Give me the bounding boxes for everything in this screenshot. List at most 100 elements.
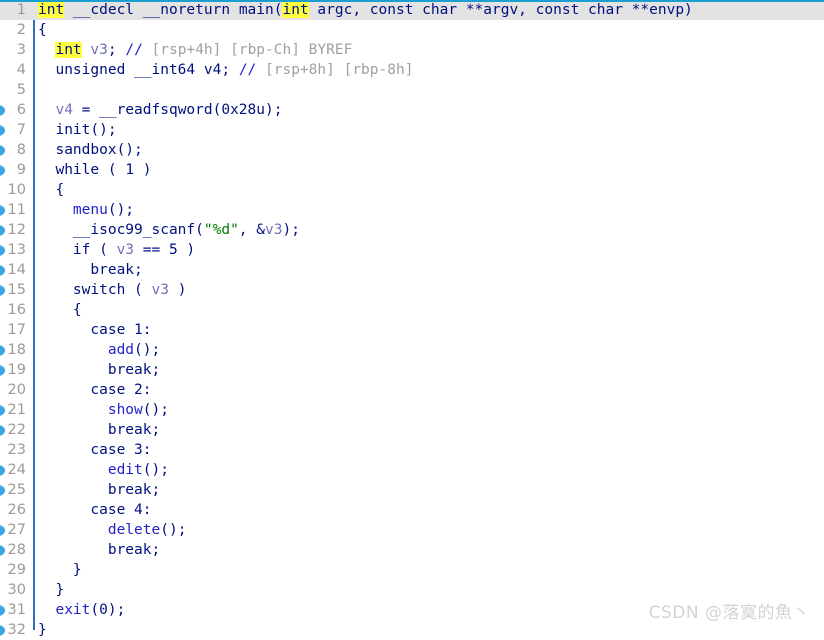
code-text[interactable]: edit();: [38, 460, 169, 480]
code-text[interactable]: }: [38, 580, 64, 600]
code-text[interactable]: while ( 1 ): [38, 160, 151, 180]
code-token: menu: [72, 202, 108, 218]
code-token: case: [38, 322, 135, 338]
code-line[interactable]: 15 switch ( v3 ): [0, 280, 824, 300]
code-text[interactable]: break;: [38, 360, 160, 380]
code-text[interactable]: sandbox();: [38, 140, 142, 160]
code-token: ): [177, 242, 196, 258]
code-line[interactable]: 32}: [0, 620, 824, 640]
code-text[interactable]: {: [38, 300, 82, 320]
code-token: [rsp+4h] [rbp-Ch] BYREF: [151, 42, 353, 58]
code-token: break;: [38, 542, 161, 558]
code-text[interactable]: break;: [38, 420, 160, 440]
line-number: 12: [7, 222, 26, 238]
code-text[interactable]: init();: [38, 120, 116, 140]
code-token: }: [38, 562, 82, 578]
code-token: ();: [107, 202, 135, 218]
code-text[interactable]: add();: [38, 340, 160, 360]
code-token: break;: [38, 362, 161, 378]
code-line[interactable]: 24 edit();: [0, 460, 824, 480]
code-line[interactable]: 20 case 2:: [0, 380, 824, 400]
code-token: v4: [203, 62, 222, 78]
code-token: switch (: [38, 282, 152, 298]
code-token: __isoc99_scanf(: [38, 222, 204, 238]
code-text[interactable]: }: [38, 620, 47, 640]
code-line[interactable]: 12 __isoc99_scanf("%d", &v3);: [0, 220, 824, 240]
code-text[interactable]: delete();: [38, 520, 187, 540]
code-line-list[interactable]: 1 int __cdecl __noreturn main(int argc, c…: [0, 0, 824, 640]
code-token: );: [107, 602, 126, 618]
code-token: :: [142, 502, 152, 518]
code-text[interactable]: if ( v3 == 5 ): [38, 240, 195, 260]
code-token: //: [238, 62, 266, 78]
code-line[interactable]: 17 case 1:: [0, 320, 824, 340]
code-token: init: [55, 122, 91, 138]
code-line[interactable]: 11 menu();: [0, 200, 824, 220]
line-number: 32: [7, 622, 26, 638]
code-line[interactable]: 26 case 4:: [0, 500, 824, 520]
code-text[interactable]: int __cdecl __noreturn main(int argc, co…: [38, 2, 693, 19]
code-line[interactable]: 22 break;: [0, 420, 824, 440]
code-text[interactable]: switch ( v3 ): [38, 280, 187, 300]
code-text[interactable]: __isoc99_scanf("%d", &v3);: [38, 220, 300, 240]
code-token: "%d": [203, 222, 239, 238]
code-token: while (: [38, 162, 126, 178]
code-line[interactable]: 27 delete();: [0, 520, 824, 540]
code-text[interactable]: v4 = __readfsqword(0x28u);: [38, 100, 282, 120]
code-line[interactable]: 30 }: [0, 580, 824, 600]
code-line[interactable]: 4 unsigned __int64 v4; // [rsp+8h] [rbp-…: [0, 60, 824, 80]
code-text[interactable]: int v3; // [rsp+4h] [rbp-Ch] BYREF: [38, 40, 352, 60]
code-line[interactable]: 9 while ( 1 ): [0, 160, 824, 180]
code-token: ();: [142, 402, 169, 418]
code-token: break;: [38, 482, 161, 498]
line-number: 25: [7, 482, 26, 498]
code-line[interactable]: 21 show();: [0, 400, 824, 420]
code-line[interactable]: 1 int __cdecl __noreturn main(int argc, c…: [0, 0, 824, 20]
code-text[interactable]: menu();: [38, 200, 134, 220]
code-line[interactable]: 28 break;: [0, 540, 824, 560]
code-text[interactable]: case 2:: [38, 380, 151, 400]
code-line[interactable]: 6 v4 = __readfsqword(0x28u);: [0, 100, 824, 120]
code-text[interactable]: exit(0);: [38, 600, 125, 620]
code-line[interactable]: 5: [0, 80, 824, 100]
code-line[interactable]: 10 {: [0, 180, 824, 200]
code-token: int: [38, 2, 65, 18]
line-number: 17: [7, 322, 26, 338]
code-text[interactable]: case 1:: [38, 320, 151, 340]
code-text[interactable]: show();: [38, 400, 169, 420]
code-line[interactable]: 2{: [0, 20, 824, 40]
code-line[interactable]: 14 break;: [0, 260, 824, 280]
line-number: 30: [7, 582, 26, 598]
code-line[interactable]: 3 int v3; // [rsp+4h] [rbp-Ch] BYREF: [0, 40, 824, 60]
code-text[interactable]: }: [38, 560, 82, 580]
line-number: 28: [7, 542, 26, 558]
code-text[interactable]: case 3:: [38, 440, 151, 460]
code-token: v4: [55, 102, 73, 118]
code-line[interactable]: 13 if ( v3 == 5 ): [0, 240, 824, 260]
code-text[interactable]: {: [38, 180, 64, 200]
code-line[interactable]: 23 case 3:: [0, 440, 824, 460]
code-text[interactable]: unsigned __int64 v4; // [rsp+8h] [rbp-8h…: [38, 60, 413, 80]
code-line[interactable]: 19 break;: [0, 360, 824, 380]
pseudocode-editor[interactable]: 1 int __cdecl __noreturn main(int argc, c…: [0, 0, 824, 638]
code-line[interactable]: 25 break;: [0, 480, 824, 500]
code-text[interactable]: {: [38, 20, 47, 40]
code-line[interactable]: 8 sandbox();: [0, 140, 824, 160]
line-number: 18: [7, 342, 26, 358]
code-token: if (: [38, 242, 117, 258]
code-text[interactable]: break;: [38, 260, 142, 280]
code-text[interactable]: break;: [38, 540, 160, 560]
code-token: }: [38, 582, 65, 598]
code-line[interactable]: 7 init();: [0, 120, 824, 140]
line-number: 13: [7, 242, 26, 258]
code-line[interactable]: 16 {: [0, 300, 824, 320]
code-text[interactable]: break;: [38, 480, 160, 500]
code-text[interactable]: case 4:: [38, 500, 152, 520]
code-line[interactable]: 18 add();: [0, 340, 824, 360]
code-line[interactable]: 29 }: [0, 560, 824, 580]
